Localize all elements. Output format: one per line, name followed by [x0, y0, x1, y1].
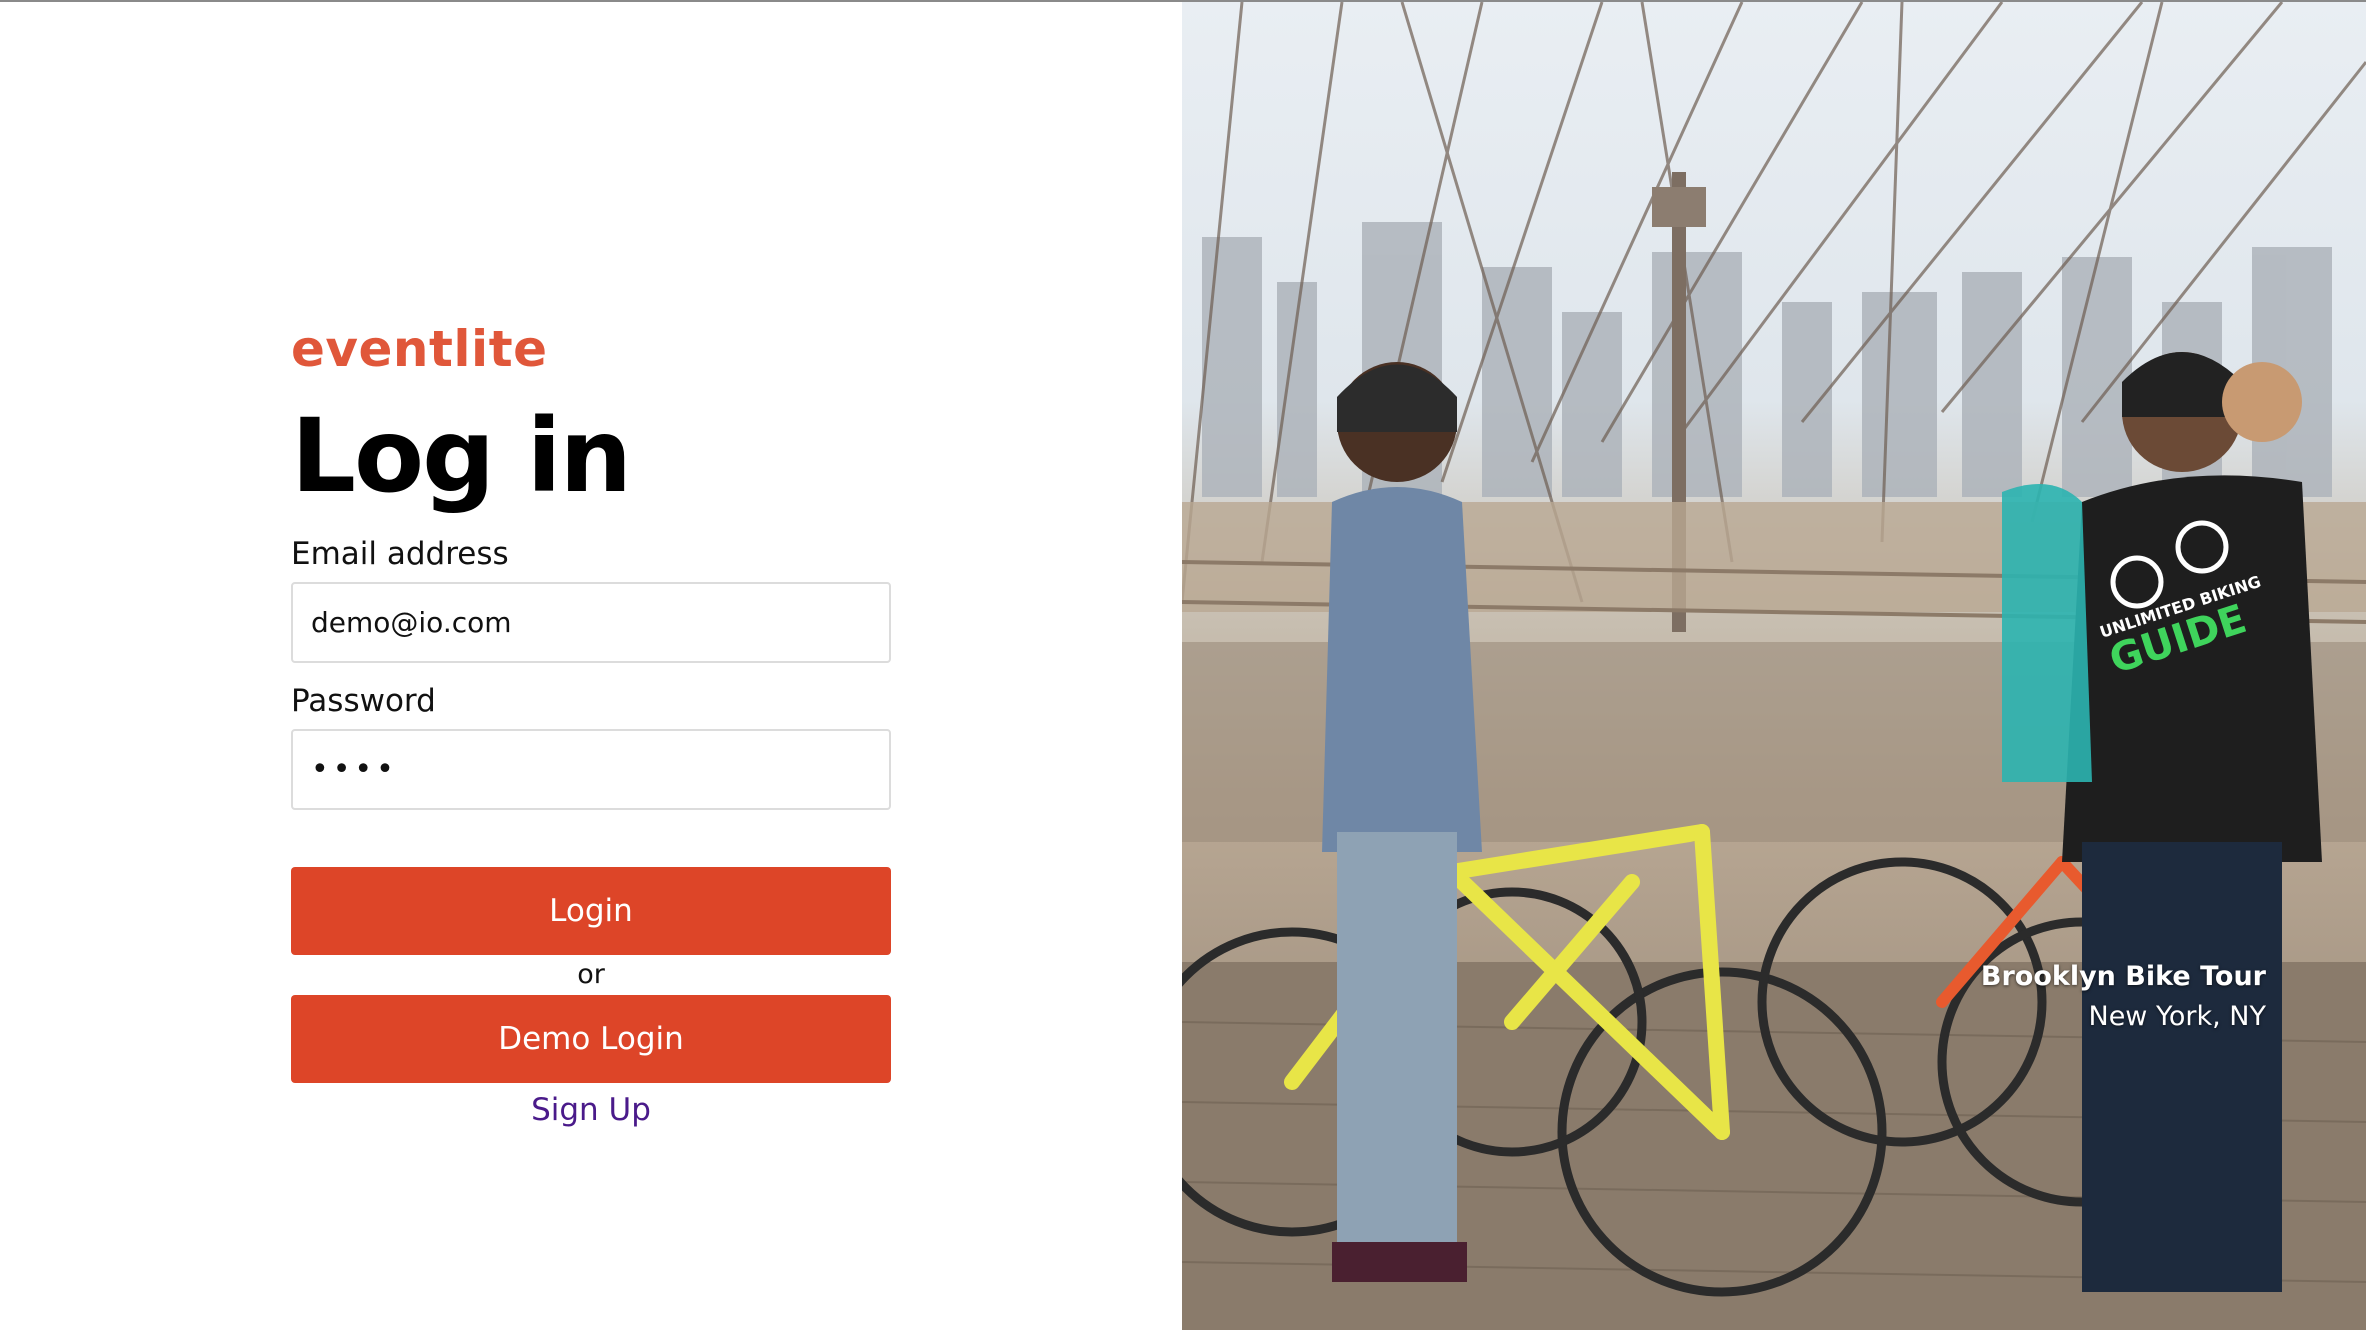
- login-form: eventlite Log in Email address Password …: [291, 318, 891, 1135]
- or-separator: or: [577, 959, 605, 990]
- email-input[interactable]: [311, 606, 871, 639]
- photo-place: Brooklyn Bike Tour: [1980, 961, 2266, 992]
- email-field[interactable]: [291, 582, 891, 663]
- page-title: Log in: [291, 397, 632, 516]
- password-field[interactable]: [291, 729, 891, 810]
- photo-caption: Brooklyn Bike Tour New York, NY: [1981, 957, 2266, 1037]
- sign-up-link[interactable]: Sign Up: [291, 1085, 891, 1135]
- password-input[interactable]: [311, 752, 871, 787]
- brand-logo[interactable]: eventlite: [291, 318, 891, 380]
- demo-login-button[interactable]: Demo Login: [291, 995, 891, 1083]
- login-button[interactable]: Login: [291, 867, 891, 955]
- hero-photo: UNLIMITED BIKING GUIDE Brooklyn Bike Tou…: [1182, 2, 2366, 1330]
- photo-city: New York, NY: [2088, 1001, 2267, 1032]
- email-label: Email address: [291, 536, 509, 572]
- bike-tour-photo: UNLIMITED BIKING GUIDE: [1182, 2, 2366, 1330]
- password-label: Password: [291, 683, 436, 719]
- login-panel: eventlite Log in Email address Password …: [0, 2, 1182, 1330]
